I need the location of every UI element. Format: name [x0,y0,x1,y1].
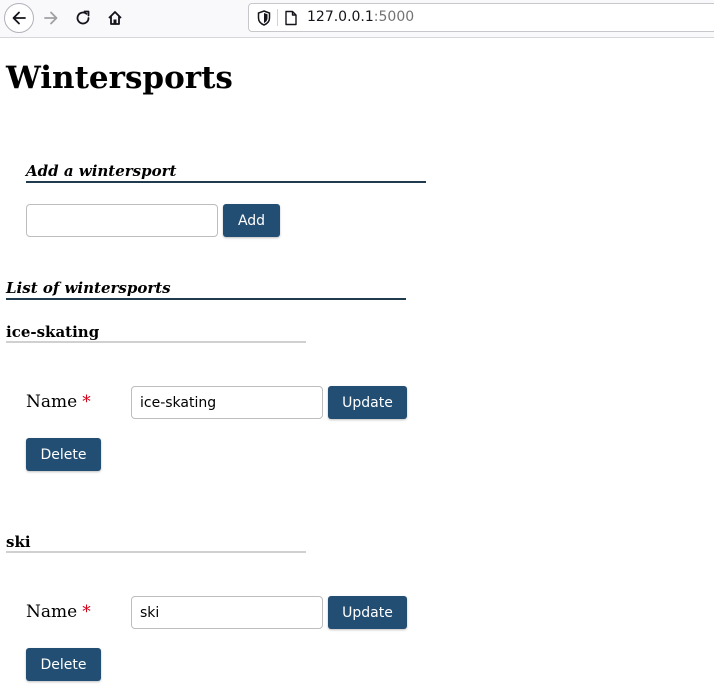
home-button[interactable] [100,3,130,33]
required-mark: * [82,392,91,412]
reload-icon [76,10,90,25]
update-button[interactable]: Update [328,386,407,419]
url-bar[interactable]: 127.0.0.1:5000 [248,3,714,32]
name-input[interactable]: ski [131,596,323,629]
item-heading: ice-skating [6,323,306,343]
add-wintersport-input[interactable] [26,204,218,237]
delete-button[interactable]: Delete [26,438,101,471]
update-button[interactable]: Update [328,596,407,629]
page-icon[interactable] [284,10,298,26]
reload-button[interactable] [68,3,98,33]
back-button[interactable] [4,3,34,33]
required-mark: * [82,602,91,622]
name-label-text: Name [26,392,78,412]
shield-icon[interactable] [257,10,271,26]
url-port: :5000 [373,9,415,25]
page-title: Wintersports [6,60,233,96]
name-label-text: Name [26,602,78,622]
url-text[interactable]: 127.0.0.1:5000 [307,9,414,25]
arrow-left-icon [12,11,26,25]
name-input[interactable]: ice-skating [131,386,323,419]
browser-toolbar: 127.0.0.1:5000 [0,0,714,38]
home-icon [108,11,122,25]
add-button[interactable]: Add [223,204,280,237]
forward-button[interactable] [36,3,66,33]
name-label: Name * [26,392,91,412]
add-section-title: Add a wintersport [26,162,426,183]
arrow-right-icon [44,11,58,25]
url-host: 127.0.0.1 [307,9,374,25]
url-separator [277,9,278,26]
delete-button[interactable]: Delete [26,648,101,681]
list-section-title: List of wintersports [6,279,406,300]
item-heading: ski [6,533,306,553]
name-label: Name * [26,602,91,622]
